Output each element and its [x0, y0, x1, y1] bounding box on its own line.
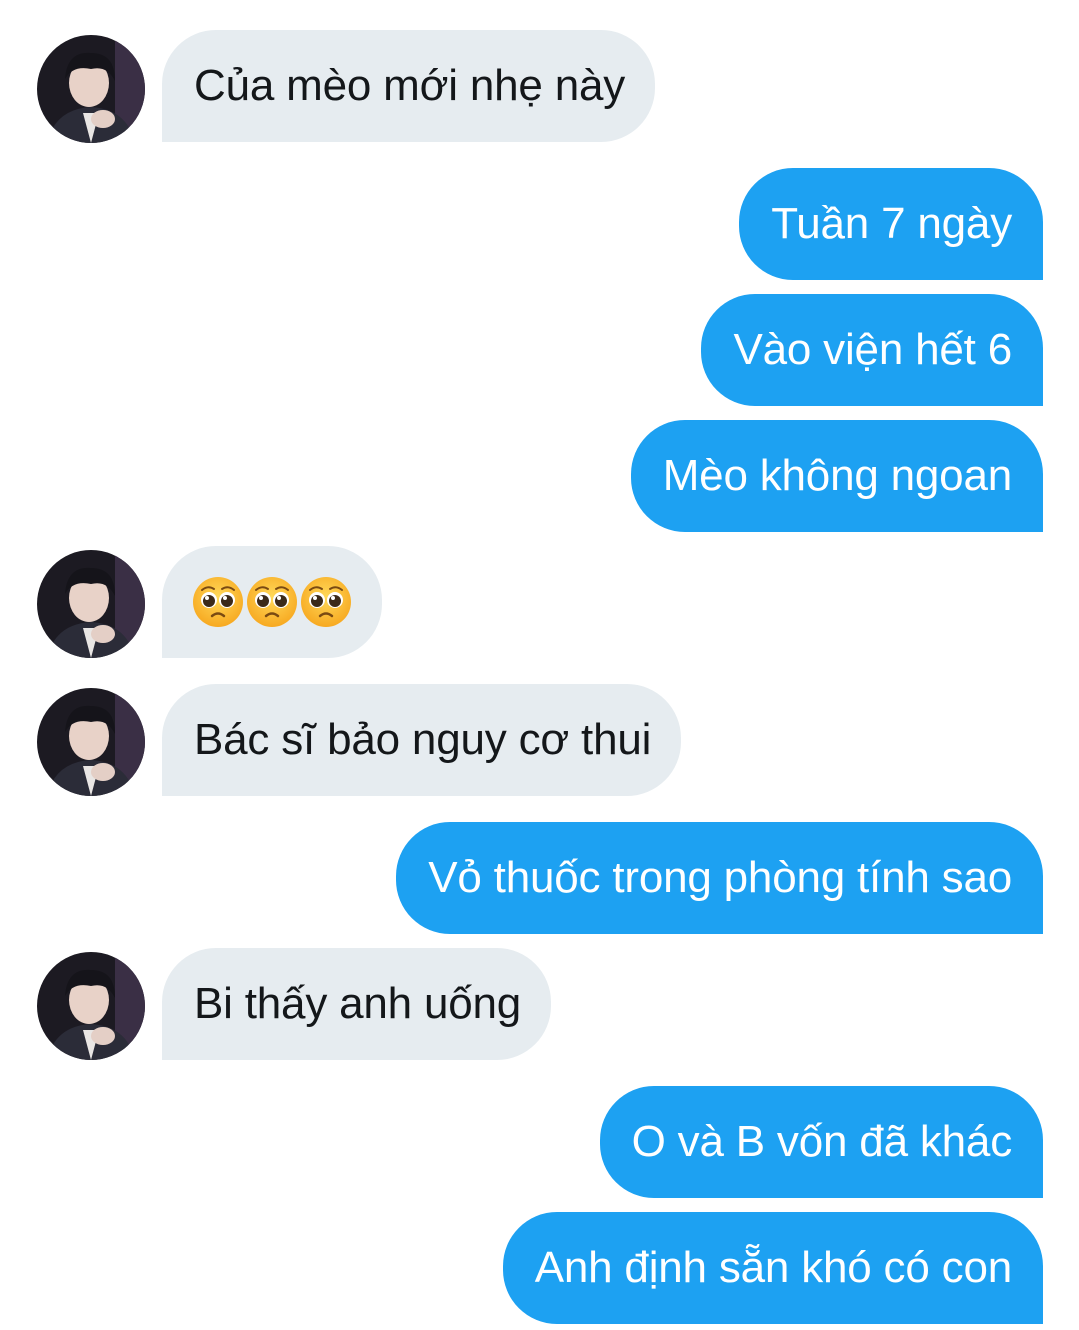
message-bubble[interactable]: Vỏ thuốc trong phòng tính sao — [396, 822, 1043, 934]
message-outgoing[interactable]: Vào viện hết 6 — [701, 294, 1043, 406]
message-outgoing[interactable]: Vỏ thuốc trong phòng tính sao — [396, 822, 1043, 934]
contact-avatar[interactable] — [37, 550, 145, 658]
message-bubble[interactable]: O và B vốn đã khác — [599, 1086, 1043, 1198]
message-incoming[interactable]: Bi thấy anh uống — [162, 948, 552, 1060]
message-bubble-emoji[interactable] — [162, 546, 382, 658]
message-outgoing[interactable]: Tuần 7 ngày — [739, 168, 1043, 280]
conversation-thread: Của mèo mới nhẹ này Tuần 7 ngày Vào viện… — [0, 0, 1079, 1330]
message-incoming[interactable] — [162, 546, 382, 658]
contact-avatar[interactable] — [37, 35, 145, 143]
contact-avatar[interactable] — [37, 952, 145, 1060]
message-incoming[interactable]: Của mèo mới nhẹ này — [162, 30, 656, 142]
emoji-row — [192, 576, 352, 628]
pleading-face-emoji — [247, 577, 297, 627]
message-bubble[interactable]: Tuần 7 ngày — [739, 168, 1043, 280]
message-outgoing[interactable]: Mèo không ngoan — [630, 420, 1043, 532]
pleading-face-emoji — [301, 577, 351, 627]
message-bubble[interactable]: Bi thấy anh uống — [162, 948, 552, 1060]
message-bubble[interactable]: Bác sĩ bảo nguy cơ thui — [162, 684, 682, 796]
contact-avatar[interactable] — [37, 688, 145, 796]
message-bubble[interactable]: Của mèo mới nhẹ này — [162, 30, 656, 142]
message-bubble[interactable]: Anh định sẵn khó có con — [502, 1212, 1043, 1324]
message-outgoing[interactable]: Anh định sẵn khó có con — [502, 1212, 1043, 1324]
message-outgoing[interactable]: O và B vốn đã khác — [599, 1086, 1043, 1198]
message-bubble[interactable]: Mèo không ngoan — [630, 420, 1043, 532]
message-incoming[interactable]: Bác sĩ bảo nguy cơ thui — [162, 684, 682, 796]
pleading-face-emoji — [193, 577, 243, 627]
message-bubble[interactable]: Vào viện hết 6 — [701, 294, 1043, 406]
